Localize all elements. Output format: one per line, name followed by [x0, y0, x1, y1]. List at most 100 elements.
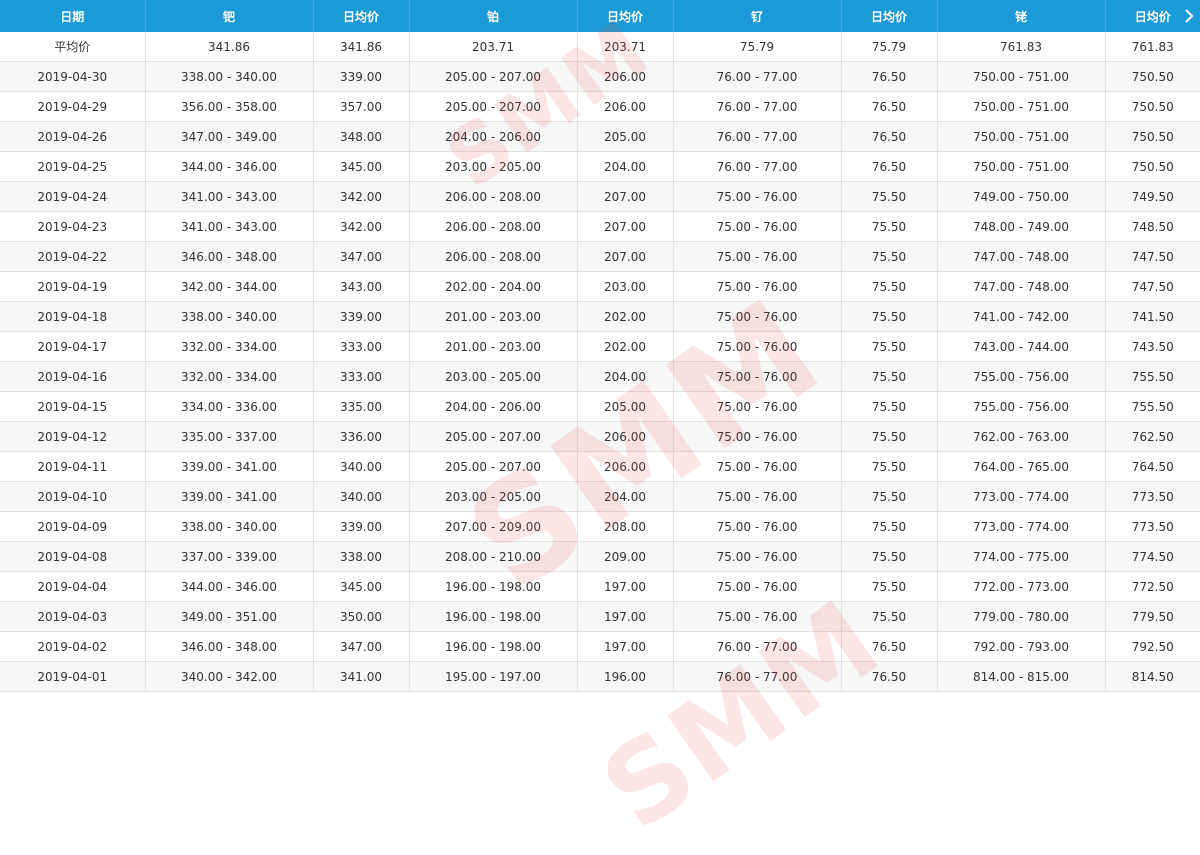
table-cell: 207.00 [577, 211, 674, 242]
table-cell: 341.00 [313, 661, 410, 692]
table-cell: 75.00 - 76.00 [673, 541, 842, 572]
table-cell: 75.50 [841, 391, 938, 422]
table-cell: 204.00 - 206.00 [409, 391, 578, 422]
table-cell: 206.00 [577, 421, 674, 452]
table-cell: 761.83 [1105, 32, 1200, 62]
table-cell: 76.00 - 77.00 [673, 661, 842, 692]
col-header-ruthenium-avg[interactable]: 日均价 [841, 0, 938, 32]
table-cell: 747.50 [1105, 241, 1200, 272]
table-cell: 343.00 [313, 271, 410, 302]
table-cell: 75.00 - 76.00 [673, 301, 842, 332]
date-cell: 2019-04-23 [0, 211, 146, 242]
table-cell: 207.00 [577, 241, 674, 272]
date-cell: 2019-04-15 [0, 391, 146, 422]
table-cell: 332.00 - 334.00 [145, 331, 314, 362]
col-header-palladium[interactable]: 钯 [145, 0, 314, 32]
chevron-right-icon[interactable] [1182, 6, 1196, 26]
table-cell: 75.50 [841, 451, 938, 482]
col-header-platinum[interactable]: 铂 [409, 0, 578, 32]
table-cell: 75.00 - 76.00 [673, 481, 842, 512]
table-cell: 750.50 [1105, 91, 1200, 122]
table-cell: 750.00 - 751.00 [937, 121, 1106, 152]
table-cell: 335.00 - 337.00 [145, 421, 314, 452]
table-cell: 750.00 - 751.00 [937, 61, 1106, 92]
table-cell: 76.50 [841, 661, 938, 692]
table-row: 2019-04-22 346.00 - 348.00 347.00 206.00 - … [0, 241, 1200, 272]
table-row: 2019-04-02 346.00 - 348.00 347.00 196.00 - … [0, 631, 1200, 662]
table-cell: 75.50 [841, 331, 938, 362]
table-cell: 196.00 - 198.00 [409, 631, 578, 662]
table-cell: 205.00 [577, 121, 674, 152]
table-cell: 75.50 [841, 421, 938, 452]
date-cell: 2019-04-03 [0, 601, 146, 632]
table-cell: 197.00 [577, 601, 674, 632]
table-cell: 201.00 - 203.00 [409, 331, 578, 362]
table-cell: 346.00 - 348.00 [145, 241, 314, 272]
table-cell: 347.00 - 349.00 [145, 121, 314, 152]
table-cell: 75.00 - 76.00 [673, 391, 842, 422]
table-cell: 341.86 [145, 32, 314, 62]
col-header-ruthenium[interactable]: 钌 [673, 0, 842, 32]
table-row: 2019-04-17 332.00 - 334.00 333.00 201.00 - … [0, 331, 1200, 362]
table-cell: 338.00 - 340.00 [145, 511, 314, 542]
table-cell: 749.00 - 750.00 [937, 181, 1106, 212]
date-cell: 2019-04-16 [0, 361, 146, 392]
table-row: 2019-04-26 347.00 - 349.00 348.00 204.00 - … [0, 121, 1200, 152]
table-cell: 75.50 [841, 361, 938, 392]
table-cell: 76.00 - 77.00 [673, 61, 842, 92]
table-cell: 339.00 [313, 301, 410, 332]
date-cell: 2019-04-01 [0, 661, 146, 692]
table-cell: 338.00 [313, 541, 410, 572]
table-cell: 356.00 - 358.00 [145, 91, 314, 122]
table-row: 2019-04-04 344.00 - 346.00 345.00 196.00 - … [0, 571, 1200, 602]
date-cell: 2019-04-19 [0, 271, 146, 302]
table-cell: 743.00 - 744.00 [937, 331, 1106, 362]
table-cell: 339.00 - 341.00 [145, 451, 314, 482]
date-cell: 2019-04-18 [0, 301, 146, 332]
date-cell: 2019-04-12 [0, 421, 146, 452]
table-cell: 75.50 [841, 271, 938, 302]
table-cell: 340.00 [313, 451, 410, 482]
table-row: 2019-04-12 335.00 - 337.00 336.00 205.00 - … [0, 421, 1200, 452]
table-cell: 761.83 [937, 32, 1106, 62]
table-cell: 206.00 - 208.00 [409, 241, 578, 272]
table-cell: 204.00 - 206.00 [409, 121, 578, 152]
table-cell: 748.00 - 749.00 [937, 211, 1106, 242]
table-cell: 762.50 [1105, 421, 1200, 452]
table-cell: 350.00 [313, 601, 410, 632]
table-row: 2019-04-29 356.00 - 358.00 357.00 205.00 - … [0, 91, 1200, 122]
table-cell: 342.00 [313, 181, 410, 212]
table-cell: 346.00 - 348.00 [145, 631, 314, 662]
table-cell: 755.50 [1105, 361, 1200, 392]
table-cell: 202.00 [577, 331, 674, 362]
table-row: 2019-04-08 337.00 - 339.00 338.00 208.00 - … [0, 541, 1200, 572]
table-cell: 755.00 - 756.00 [937, 391, 1106, 422]
table-cell: 773.00 - 774.00 [937, 481, 1106, 512]
table-cell: 338.00 - 340.00 [145, 61, 314, 92]
table-cell: 750.00 - 751.00 [937, 91, 1106, 122]
col-header-palladium-avg[interactable]: 日均价 [313, 0, 410, 32]
table-cell: 755.50 [1105, 391, 1200, 422]
table-cell: 75.50 [841, 601, 938, 632]
table-cell: 340.00 [313, 481, 410, 512]
table-cell: 762.00 - 763.00 [937, 421, 1106, 452]
col-header-platinum-avg[interactable]: 日均价 [577, 0, 674, 32]
col-header-date[interactable]: 日期 [0, 0, 146, 32]
table-row: 2019-04-30 338.00 - 340.00 339.00 205.00 - … [0, 61, 1200, 92]
table-cell: 779.00 - 780.00 [937, 601, 1106, 632]
table-cell: 345.00 [313, 571, 410, 602]
table-cell: 750.50 [1105, 121, 1200, 152]
table-cell: 335.00 [313, 391, 410, 422]
col-header-rhodium-avg[interactable]: 日均价 [1105, 0, 1200, 32]
table-cell: 75.00 - 76.00 [673, 331, 842, 362]
table-cell: 203.00 [577, 271, 674, 302]
col-header-rhodium[interactable]: 铑 [937, 0, 1106, 32]
table-cell: 332.00 - 334.00 [145, 361, 314, 392]
table-cell: 76.50 [841, 631, 938, 662]
table-cell: 349.00 - 351.00 [145, 601, 314, 632]
table-cell: 339.00 - 341.00 [145, 481, 314, 512]
table-cell: 75.50 [841, 541, 938, 572]
header-row: 日期 钯 日均价 铂 日均价 钌 日均价 铑 日均价 [0, 0, 1200, 32]
table-cell: 333.00 [313, 331, 410, 362]
table-cell: 792.50 [1105, 631, 1200, 662]
